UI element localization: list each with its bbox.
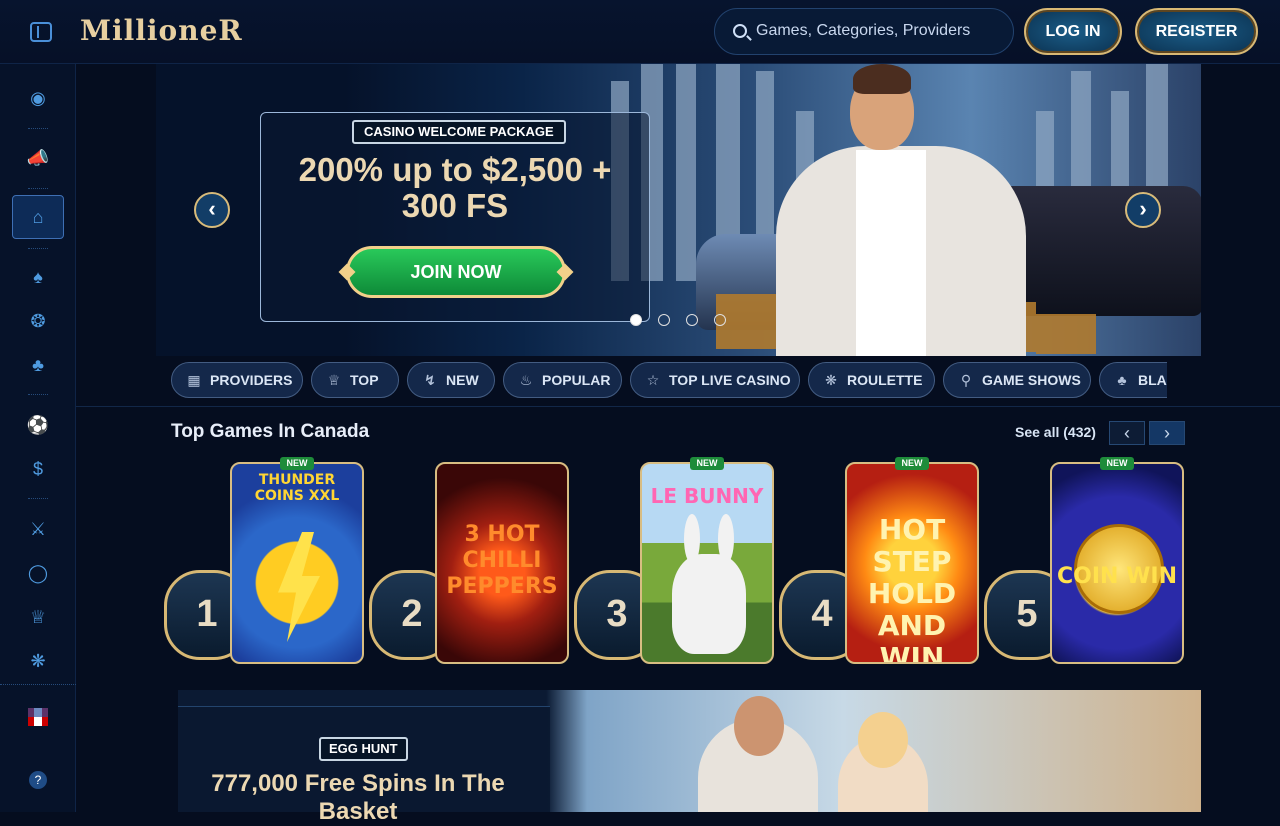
soccer-ball-icon[interactable]: ⚽ bbox=[22, 409, 54, 441]
category-label: PROVIDERS bbox=[210, 372, 293, 388]
logo[interactable]: MillioneR bbox=[80, 14, 243, 47]
egg-icon[interactable]: ◉ bbox=[22, 82, 54, 114]
bunny-character bbox=[672, 514, 746, 654]
divider bbox=[28, 188, 48, 190]
cards-icon: ♣ bbox=[1117, 372, 1127, 388]
section-title: Top Games In Canada bbox=[171, 421, 370, 442]
chip-icon[interactable]: ❂ bbox=[22, 305, 54, 337]
hero-banner[interactable]: CASINO WELCOME PACKAGE 200% up to $2,500… bbox=[156, 64, 1201, 356]
category-bar: ▦ PROVIDERS ♕ TOP ↯ NEW ♨ POPULAR ☆ TOP … bbox=[171, 362, 1167, 400]
game-card-hot-chilli-peppers[interactable]: 3 HOT CHILLI PEPPERS bbox=[435, 462, 569, 664]
home-icon[interactable]: ⌂ bbox=[12, 195, 64, 239]
promo-title: 200% up to $2,500 + 300 FS bbox=[298, 151, 612, 224]
new-badge: NEW bbox=[280, 457, 314, 470]
model-hair bbox=[853, 64, 911, 94]
divider bbox=[28, 248, 48, 250]
skyscraper bbox=[676, 64, 696, 281]
sidebar: ◉ 📣 ⌂ ♠ ❂ ♣ ⚽ $ ⚔ ◯ ♕ ❋ ? bbox=[0, 64, 76, 812]
hero-next-button[interactable]: › bbox=[1125, 192, 1161, 228]
category-popular[interactable]: ♨ POPULAR bbox=[503, 362, 622, 398]
book-icon: ▦ bbox=[187, 372, 201, 388]
new-badge: NEW bbox=[1100, 457, 1134, 470]
promo-title: 777,000 Free Spins In The Basket bbox=[211, 770, 505, 825]
login-button[interactable]: LOG IN bbox=[1024, 8, 1122, 55]
category-roulette[interactable]: ❋ ROULETTE bbox=[808, 362, 935, 398]
game-card-coin-win[interactable]: COIN WIN bbox=[1050, 462, 1184, 664]
game-card-le-bunny[interactable]: LE BUNNY bbox=[640, 462, 774, 664]
search-input[interactable]: Games, Categories, Providers bbox=[714, 8, 1014, 55]
section-divider bbox=[76, 406, 1280, 407]
category-game-shows[interactable]: ⚲ GAME SHOWS bbox=[943, 362, 1091, 398]
model-man bbox=[698, 696, 818, 812]
hero-prev-button[interactable]: ‹ bbox=[194, 192, 230, 228]
sidebar-toggle-icon[interactable] bbox=[30, 22, 52, 42]
help-icon[interactable]: ? bbox=[29, 771, 47, 789]
category-label: ROULETTE bbox=[847, 372, 923, 388]
category-label: TOP LIVE CASINO bbox=[669, 372, 791, 388]
category-label: GAME SHOWS bbox=[982, 372, 1081, 388]
game-card-thunder-coins[interactable]: THUNDER COINS XXL bbox=[230, 462, 364, 664]
games-prev-button[interactable]: ‹ bbox=[1109, 421, 1145, 445]
star-icon: ☆ bbox=[646, 372, 660, 388]
uk-flag-icon[interactable] bbox=[28, 708, 48, 726]
dollar-coin-icon[interactable]: $ bbox=[22, 453, 54, 485]
category-top-live-casino[interactable]: ☆ TOP LIVE CASINO bbox=[630, 362, 800, 398]
model-woman bbox=[838, 712, 928, 812]
slide-dot[interactable] bbox=[686, 314, 698, 326]
search-icon bbox=[733, 24, 747, 38]
slide-dot[interactable] bbox=[630, 314, 642, 326]
divider bbox=[0, 684, 76, 686]
microphone-icon: ⚲ bbox=[960, 372, 972, 388]
category-label: POPULAR bbox=[542, 372, 611, 388]
roulette-icon: ❋ bbox=[825, 372, 837, 388]
promo-badge: CASINO WELCOME PACKAGE bbox=[352, 120, 566, 144]
gift-box bbox=[1036, 314, 1096, 354]
crown-icon: ♕ bbox=[327, 372, 341, 388]
slide-dot[interactable] bbox=[658, 314, 670, 326]
spade-icon[interactable]: ♠ bbox=[22, 261, 54, 293]
lightning-icon: ↯ bbox=[424, 372, 436, 388]
category-label: NEW bbox=[446, 372, 479, 388]
category-label: TOP bbox=[350, 372, 379, 388]
game-title: 3 HOT CHILLI PEPPERS bbox=[446, 522, 558, 599]
divider bbox=[28, 394, 48, 396]
crossed-swords-icon[interactable]: ⚔ bbox=[22, 513, 54, 545]
category-top[interactable]: ♕ TOP bbox=[311, 362, 399, 398]
register-button[interactable]: REGISTER bbox=[1135, 8, 1258, 55]
category-new[interactable]: ↯ NEW bbox=[407, 362, 495, 398]
roulette-icon[interactable]: ❋ bbox=[22, 645, 54, 677]
games-next-button[interactable]: › bbox=[1149, 421, 1185, 445]
new-badge: NEW bbox=[895, 457, 929, 470]
medal-icon[interactable]: ◯ bbox=[22, 557, 54, 589]
category-label: BLA bbox=[1138, 372, 1167, 388]
crown-icon[interactable]: ♕ bbox=[22, 601, 54, 633]
divider bbox=[28, 128, 48, 130]
lightning-icon bbox=[278, 532, 320, 642]
divider bbox=[28, 498, 48, 500]
game-card-hot-step[interactable]: HOT STEP HOLD AND WIN bbox=[845, 462, 979, 664]
see-all-link[interactable]: See all (432) bbox=[1015, 424, 1096, 440]
fire-icon: ♨ bbox=[519, 372, 533, 388]
slide-dot[interactable] bbox=[714, 314, 726, 326]
new-badge: NEW bbox=[690, 457, 724, 470]
game-title: COIN WIN bbox=[1057, 564, 1177, 589]
join-now-button[interactable]: JOIN NOW bbox=[346, 246, 566, 298]
search-placeholder: Games, Categories, Providers bbox=[756, 22, 971, 39]
game-title: HOT STEP HOLD AND WIN bbox=[867, 513, 957, 664]
game-title: LE BUNNY bbox=[650, 484, 764, 508]
category-blackjack[interactable]: ♣ BLA bbox=[1099, 362, 1167, 398]
category-providers[interactable]: ▦ PROVIDERS bbox=[171, 362, 303, 398]
model-shirt bbox=[856, 150, 926, 356]
top-bar: MillioneR Games, Categories, Providers L… bbox=[0, 0, 1280, 64]
promo-badge: EGG HUNT bbox=[319, 737, 408, 761]
megaphone-icon[interactable]: 📣 bbox=[22, 142, 54, 174]
game-title: THUNDER COINS XXL bbox=[254, 472, 340, 504]
clover-icon[interactable]: ♣ bbox=[22, 349, 54, 381]
